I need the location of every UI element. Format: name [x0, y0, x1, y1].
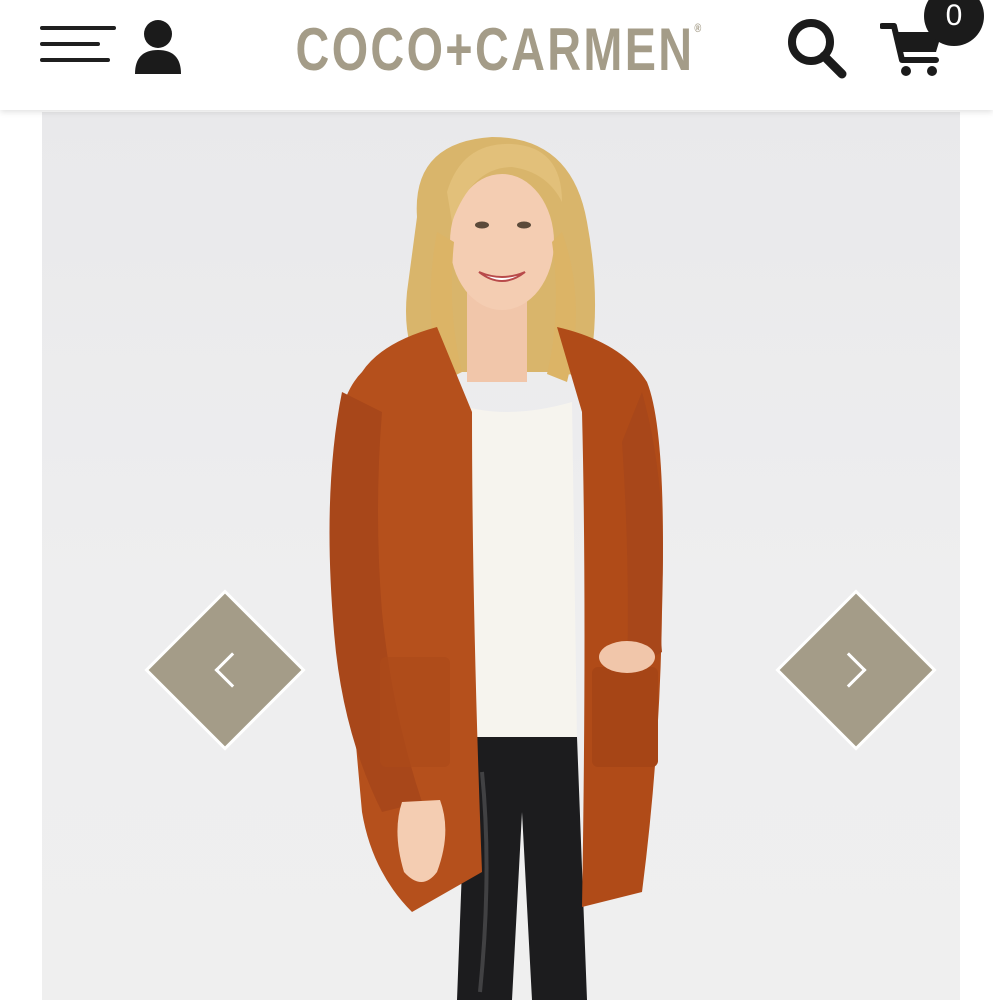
- hamburger-menu-icon[interactable]: [40, 20, 120, 70]
- user-icon[interactable]: [132, 18, 184, 78]
- search-icon[interactable]: [783, 14, 849, 80]
- chevron-left-icon: [214, 652, 250, 688]
- brand-logo[interactable]: COCO+CARMEN®: [290, 14, 710, 84]
- product-image-gallery[interactable]: [42, 112, 960, 1000]
- product-photo: [329, 137, 663, 1000]
- brand-name: COCO+CARMEN: [295, 15, 695, 83]
- page-margin: [960, 112, 993, 1000]
- chevron-right-icon: [831, 652, 867, 688]
- brand-mark: ®: [694, 20, 705, 35]
- site-header: COCO+CARMEN®: [0, 0, 993, 110]
